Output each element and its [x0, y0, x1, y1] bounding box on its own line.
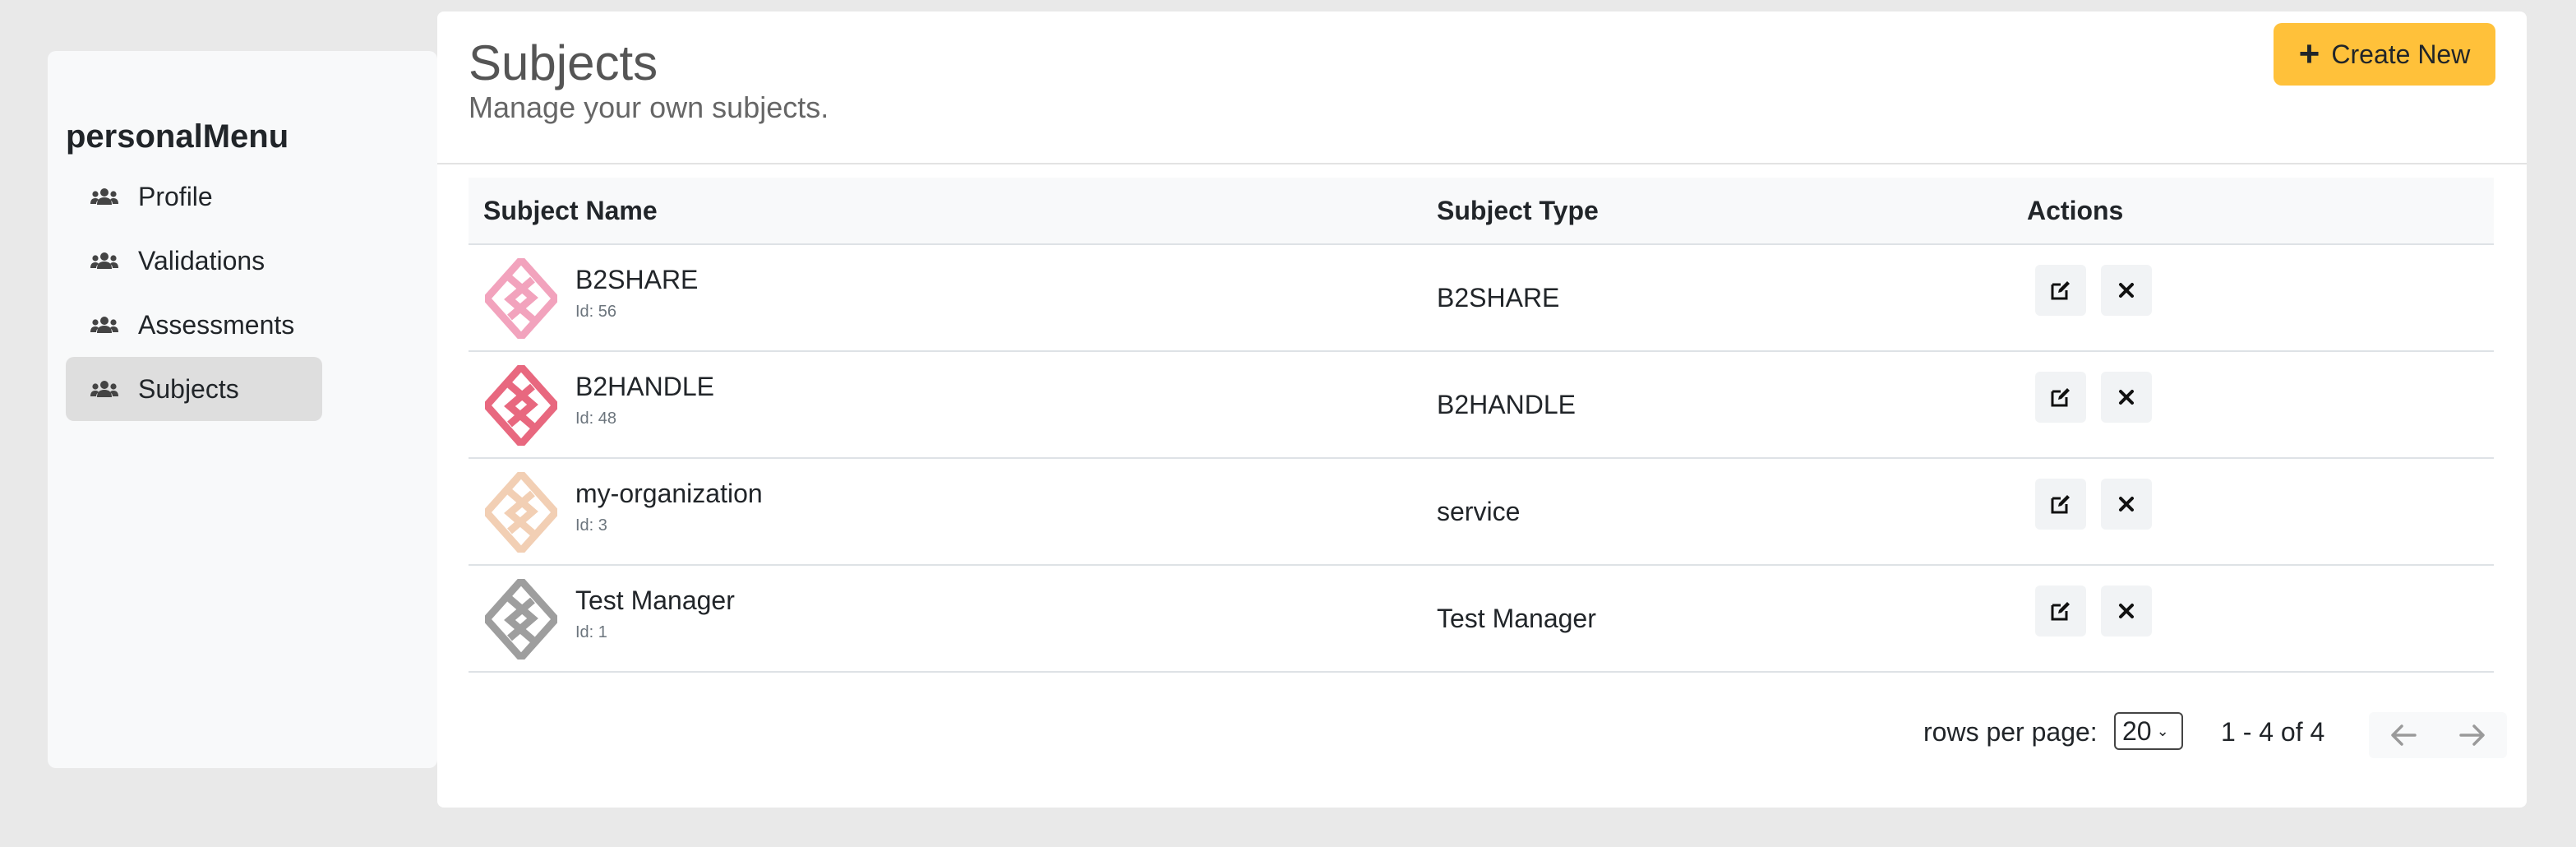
delete-button[interactable]	[2101, 372, 2152, 423]
plus-icon: +	[2298, 34, 2320, 74]
subject-name: Test Manager	[575, 585, 735, 615]
create-new-button[interactable]: + Create New	[2274, 23, 2495, 86]
close-icon	[2119, 390, 2134, 405]
users-icon	[90, 316, 118, 334]
table-row: B2HANDLE Id: 48 B2HANDLE	[469, 352, 2494, 459]
arrow-right-icon	[2459, 724, 2485, 746]
subject-logo-icon	[485, 579, 557, 660]
subject-type: Test Manager	[1437, 604, 1596, 633]
sidebar-item-profile[interactable]: Profile	[66, 164, 322, 229]
arrow-left-icon	[2391, 724, 2417, 746]
sidebar-item-assessments[interactable]: Assessments	[66, 293, 322, 357]
edit-button[interactable]	[2035, 479, 2086, 530]
column-header-subject-type[interactable]: Subject Type	[1437, 196, 1599, 226]
delete-button[interactable]	[2101, 479, 2152, 530]
table-header: Subject Name Subject Type Actions	[469, 178, 2494, 245]
users-icon	[90, 380, 118, 398]
sidebar-title: personalMenu	[66, 118, 289, 155]
edit-icon	[2051, 495, 2070, 514]
column-header-subject-name[interactable]: Subject Name	[483, 196, 658, 226]
sidebar-item-label: Profile	[138, 181, 213, 211]
subject-type: service	[1437, 497, 1521, 526]
sidebar-item-subjects[interactable]: Subjects	[66, 357, 322, 421]
delete-button[interactable]	[2101, 585, 2152, 636]
sidebar-item-label: Subjects	[138, 373, 239, 404]
create-new-label: Create New	[2331, 39, 2471, 69]
rows-per-page-label: rows per page:	[1923, 717, 2098, 747]
edit-icon	[2051, 388, 2070, 407]
subjects-table: Subject Name Subject Type Actions B2SHAR…	[469, 178, 2494, 673]
table-row: Test Manager Id: 1 Test Manager	[469, 566, 2494, 673]
main-panel: Subjects Manage your own subjects. + Cre…	[437, 12, 2527, 808]
sidebar-menu: Profile Validations Assessments Subjects	[66, 164, 322, 421]
sidebar-item-validations[interactable]: Validations	[66, 229, 322, 293]
table-row: B2SHARE Id: 56 B2SHARE	[469, 245, 2494, 352]
column-header-actions: Actions	[2027, 195, 2124, 225]
pagination-range: 1 - 4 of 4	[2221, 717, 2325, 747]
subject-id: Id: 1	[575, 623, 607, 641]
chevron-down-icon: ⌄	[2156, 722, 2169, 739]
subject-name: my-organization	[575, 479, 763, 508]
close-icon	[2119, 604, 2134, 618]
delete-button[interactable]	[2101, 265, 2152, 316]
pagination-nav	[2369, 712, 2507, 758]
previous-page-button[interactable]	[2369, 712, 2438, 758]
subject-id: Id: 56	[575, 303, 617, 321]
page-subtitle: Manage your own subjects.	[469, 90, 829, 124]
header-divider	[437, 163, 2527, 164]
table-row: my-organization Id: 3 service	[469, 459, 2494, 566]
edit-icon	[2051, 602, 2070, 621]
subject-id: Id: 3	[575, 516, 607, 535]
next-page-button[interactable]	[2438, 712, 2507, 758]
subject-name: B2HANDLE	[575, 372, 714, 401]
close-icon	[2119, 497, 2134, 511]
edit-icon	[2051, 281, 2070, 300]
subject-logo-icon	[485, 258, 557, 339]
sidebar-item-label: Validations	[138, 245, 265, 275]
subject-logo-icon	[485, 365, 557, 446]
close-icon	[2119, 283, 2134, 298]
subject-name: B2SHARE	[575, 265, 699, 294]
edit-button[interactable]	[2035, 585, 2086, 636]
rows-per-page-select[interactable]: 20 ⌄	[2114, 712, 2183, 750]
subject-logo-icon	[485, 472, 557, 553]
sidebar-item-label: Assessments	[138, 309, 295, 340]
users-icon	[90, 187, 118, 206]
page-title: Subjects	[469, 35, 658, 90]
edit-button[interactable]	[2035, 372, 2086, 423]
edit-button[interactable]	[2035, 265, 2086, 316]
rows-per-page-value: 20	[2122, 715, 2152, 746]
subject-type: B2SHARE	[1437, 283, 1560, 312]
subject-type: B2HANDLE	[1437, 390, 1576, 419]
users-icon	[90, 252, 118, 270]
subject-id: Id: 48	[575, 410, 617, 428]
